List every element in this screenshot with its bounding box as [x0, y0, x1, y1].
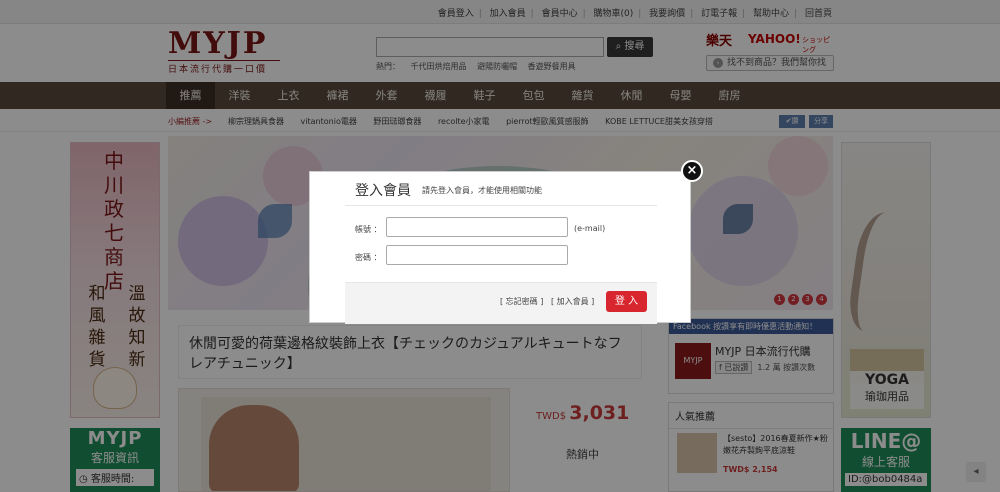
password-input[interactable] [386, 245, 568, 265]
modal-divider [345, 205, 657, 206]
close-icon[interactable]: × [681, 160, 703, 182]
account-label: 帳號 ： [355, 225, 382, 234]
modal-subtitle: 請先登入會員，才能使用相關功能 [422, 186, 542, 195]
modal-title: 登入會員 [355, 183, 411, 199]
join-member-link[interactable]: [ 加入會員 ] [551, 297, 594, 306]
account-input[interactable] [386, 217, 568, 237]
login-button[interactable]: 登 入 [606, 291, 647, 312]
forgot-password-link[interactable]: [ 忘記密碼 ] [500, 297, 543, 306]
modal-links: [ 忘記密碼 ] [ 加入會員 ] [500, 296, 594, 307]
account-hint: (e-mail) [574, 224, 606, 233]
login-modal: 登入會員 請先登入會員，才能使用相關功能 帳號 ： (e-mail) 密碼 ： … [309, 171, 691, 324]
password-label: 密碼 ： [355, 253, 382, 262]
